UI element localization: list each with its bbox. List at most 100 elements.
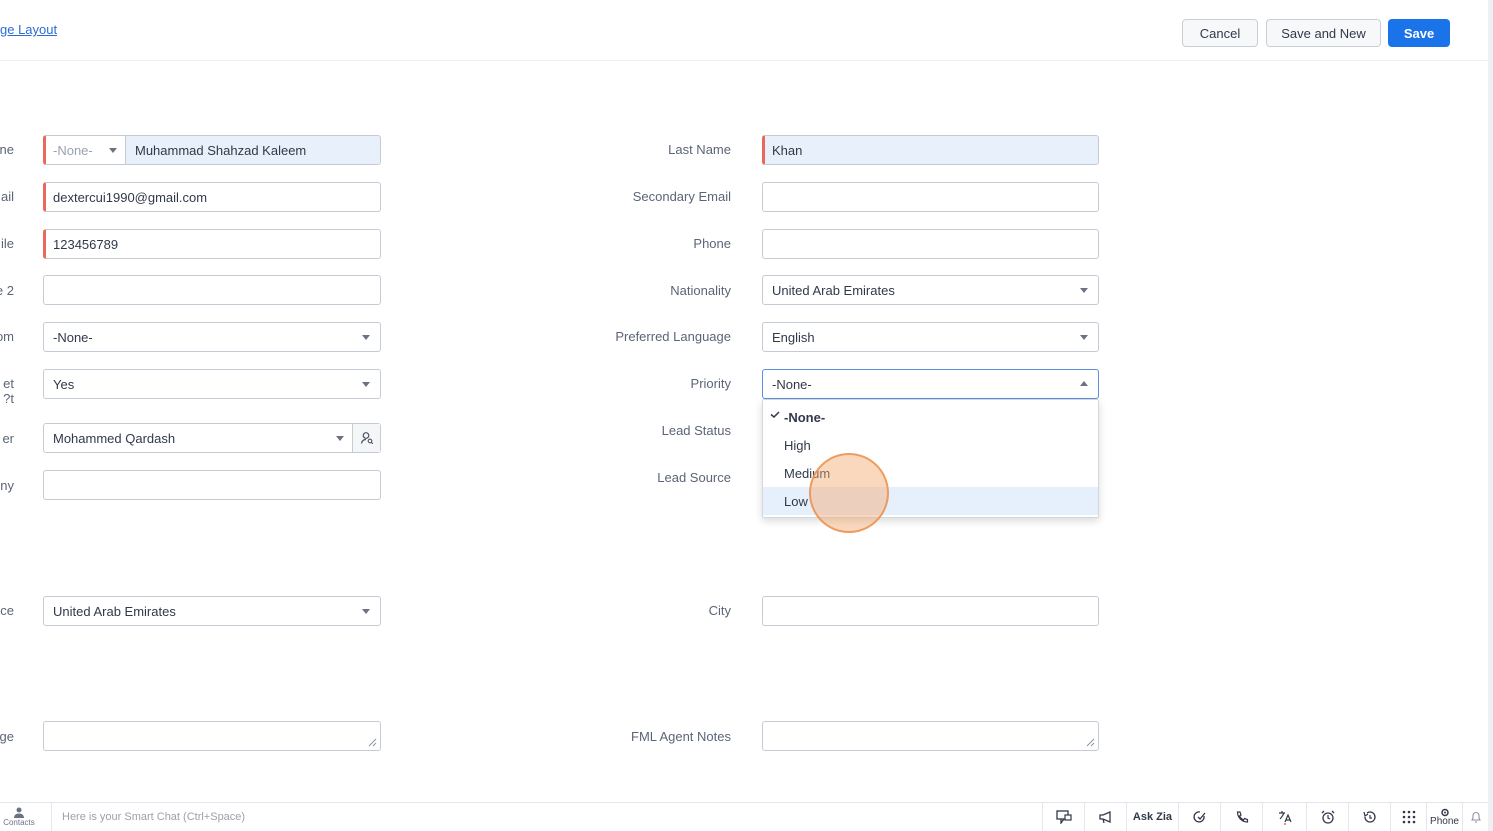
- label-company: ny: [0, 478, 14, 493]
- chevron-down-icon: [109, 148, 117, 153]
- salutation-select[interactable]: -None-: [43, 135, 125, 165]
- apps-button[interactable]: [1390, 803, 1426, 831]
- save-button[interactable]: Save: [1388, 19, 1450, 47]
- label-owner: er: [2, 431, 14, 446]
- email-value: dextercui1990@gmail.com: [53, 189, 208, 205]
- priority-option-high[interactable]: High: [763, 431, 1098, 459]
- phone-call-icon: [1236, 811, 1248, 823]
- mobile-input[interactable]: 123456789: [43, 229, 381, 259]
- chat-icon: [1055, 810, 1072, 824]
- chevron-down-icon: [362, 335, 370, 340]
- email-input[interactable]: dextercui1990@gmail.com: [43, 182, 381, 212]
- label-email: ail: [0, 189, 14, 204]
- label-secondary-email: Secondary Email: [632, 189, 731, 204]
- contacts-icon: [14, 807, 24, 818]
- label-preferred-language: Preferred Language: [615, 329, 731, 344]
- contacts-button[interactable]: Contacts: [2, 807, 36, 827]
- history-icon: [1362, 811, 1376, 823]
- megaphone-icon: [1098, 811, 1111, 824]
- fml-agent-notes-textarea[interactable]: [762, 721, 1099, 751]
- user-search-icon: [360, 432, 373, 445]
- create-lead-form-page: ge Layout Cancel Save and New Save ne ai…: [0, 0, 1493, 831]
- priority-value: -None-: [772, 376, 812, 392]
- label-lead-status: Lead Status: [661, 423, 731, 438]
- option-label: High: [784, 437, 811, 453]
- priority-option-low[interactable]: Low: [763, 487, 1098, 515]
- city-input[interactable]: [762, 596, 1099, 626]
- change-layout-link[interactable]: ge Layout: [0, 22, 57, 37]
- user-lookup-button[interactable]: [352, 424, 380, 452]
- from-value: -None-: [53, 329, 93, 345]
- first-name-input[interactable]: Muhammad Shahzad Kaleem: [125, 135, 381, 165]
- alarm-button[interactable]: [1306, 803, 1348, 831]
- option-label: Low: [784, 493, 808, 509]
- contacts-label: Contacts: [3, 818, 35, 827]
- edit-icon: [1192, 811, 1205, 823]
- message-textarea[interactable]: [43, 721, 381, 751]
- resize-handle-icon[interactable]: [1085, 737, 1095, 747]
- owner-lookup[interactable]: Mohammed Qardash: [43, 423, 381, 453]
- salutation-value: -None-: [53, 142, 93, 158]
- cancel-button[interactable]: Cancel: [1182, 19, 1258, 47]
- priority-dropdown-menu: -None- High Medium Low: [762, 399, 1099, 518]
- chevron-down-icon: [1080, 335, 1088, 340]
- chevron-up-icon: [1080, 381, 1088, 386]
- label-message: ge: [0, 729, 14, 744]
- bell-icon: [1470, 812, 1481, 823]
- priority-option-medium[interactable]: Medium: [763, 459, 1098, 487]
- chevron-down-icon: [362, 382, 370, 387]
- label-last-name: Last Name: [668, 142, 731, 157]
- grid-icon: [1402, 810, 1415, 824]
- preferred-language-select[interactable]: English: [762, 322, 1099, 352]
- label-city: City: [708, 603, 731, 618]
- alarm-clock-icon: [1321, 810, 1334, 824]
- residence-select[interactable]: United Arab Emirates: [43, 596, 381, 626]
- meet-select[interactable]: Yes: [43, 369, 381, 399]
- priority-option-none[interactable]: -None-: [763, 403, 1098, 431]
- notifications-button[interactable]: [1462, 803, 1488, 831]
- phone-input[interactable]: [762, 229, 1099, 259]
- phone-label: Phone: [1430, 815, 1459, 827]
- chevron-down-icon: [336, 436, 344, 441]
- owner-value: Mohammed Qardash: [53, 430, 176, 446]
- label-nationality: Nationality: [670, 283, 731, 298]
- label-first-name: ne: [0, 142, 14, 157]
- label-meet-line2: t?: [3, 391, 14, 406]
- phone-button[interactable]: Phone: [1426, 803, 1462, 831]
- from-select[interactable]: -None-: [43, 322, 381, 352]
- save-and-new-button[interactable]: Save and New: [1266, 19, 1381, 47]
- chat-button[interactable]: [1042, 803, 1084, 831]
- form-header: ge Layout Cancel Save and New Save: [0, 0, 1488, 61]
- history-button[interactable]: [1348, 803, 1390, 831]
- ask-zia-button[interactable]: Ask Zia: [1126, 803, 1178, 831]
- secondary-email-input[interactable]: [762, 182, 1099, 212]
- label-mobile: ile: [0, 236, 14, 251]
- smart-chat-input[interactable]: Here is your Smart Chat (Ctrl+Space): [51, 803, 245, 831]
- label-from: om: [0, 329, 14, 344]
- label-phone-2: e 2: [0, 283, 14, 298]
- chevron-down-icon: [1080, 288, 1088, 293]
- label-priority: Priority: [690, 376, 731, 391]
- last-name-value: Khan: [772, 142, 803, 158]
- label-lead-source: Lead Source: [657, 470, 731, 485]
- announcement-button[interactable]: [1084, 803, 1126, 831]
- preferred-language-value: English: [772, 329, 815, 345]
- call-button[interactable]: [1220, 803, 1262, 831]
- nationality-select[interactable]: United Arab Emirates: [762, 275, 1099, 305]
- phone-2-input[interactable]: [43, 275, 381, 305]
- nationality-value: United Arab Emirates: [772, 282, 895, 298]
- translate-icon: [1278, 811, 1292, 825]
- residence-value: United Arab Emirates: [53, 603, 176, 619]
- resize-handle-icon[interactable]: [367, 737, 377, 747]
- company-input[interactable]: [43, 470, 381, 500]
- option-label: Medium: [784, 465, 831, 481]
- mobile-value: 123456789: [53, 236, 119, 252]
- scrollbar-track[interactable]: [1488, 0, 1493, 831]
- checkmark-icon: [770, 411, 780, 418]
- notes-button[interactable]: [1178, 803, 1220, 831]
- last-name-input[interactable]: Khan: [762, 135, 1099, 165]
- priority-select[interactable]: -None-: [762, 369, 1099, 399]
- option-label: -None-: [784, 409, 826, 425]
- translate-button[interactable]: [1262, 803, 1306, 831]
- chevron-down-icon: [362, 609, 370, 614]
